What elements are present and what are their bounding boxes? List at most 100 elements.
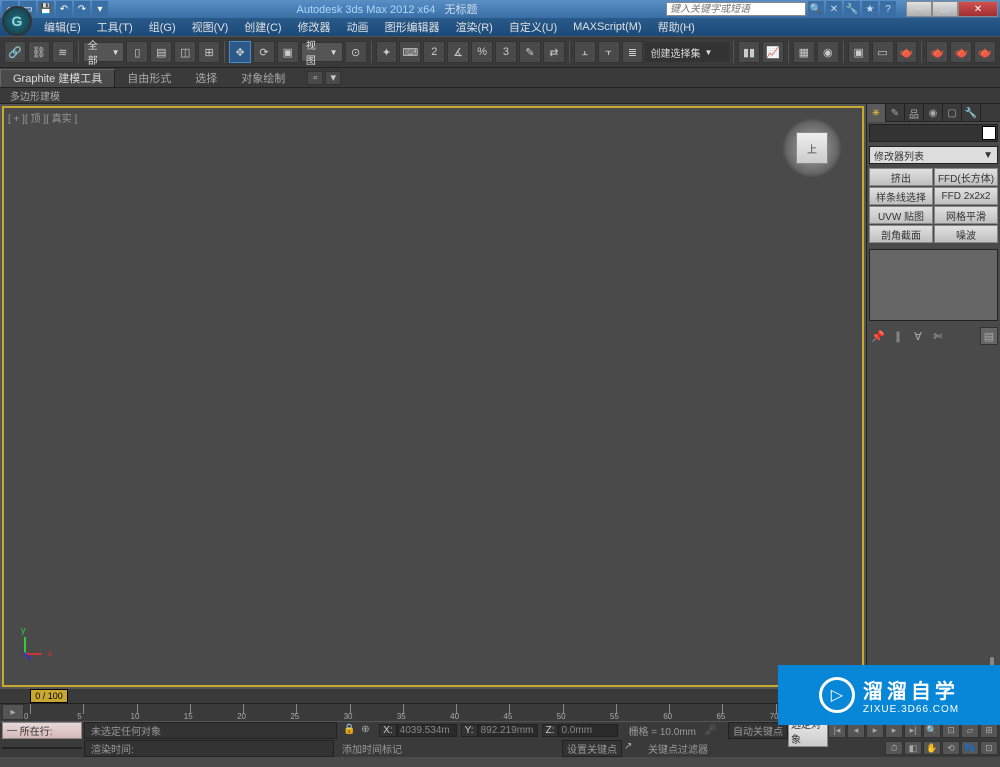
help-search-input[interactable] bbox=[666, 2, 806, 16]
walk-icon[interactable]: 👣 bbox=[961, 741, 979, 755]
commcenter-icon[interactable]: ✕ bbox=[826, 1, 842, 17]
viewcube[interactable]: 上 bbox=[782, 118, 842, 178]
key-mode-icon[interactable]: ↗ bbox=[624, 741, 638, 755]
qat-save-icon[interactable]: 💾 bbox=[38, 1, 54, 17]
zoom-all-icon[interactable]: ⊡ bbox=[942, 724, 960, 738]
isolate-icon[interactable]: ◧ bbox=[904, 741, 922, 755]
rendered-frame-icon[interactable]: ▭ bbox=[872, 41, 894, 63]
link-icon[interactable]: 🔗 bbox=[4, 41, 26, 63]
menu-group[interactable]: 组(G) bbox=[141, 18, 184, 36]
modifier-button[interactable]: 剖角截面 bbox=[869, 225, 933, 243]
menu-help[interactable]: 帮助(H) bbox=[650, 18, 703, 36]
configure-modifier-sets-icon[interactable]: ▤ bbox=[980, 327, 998, 345]
key-filters-button[interactable]: 关键点过滤器 bbox=[648, 741, 708, 756]
pin-stack-icon[interactable]: 📌 bbox=[869, 327, 887, 345]
set-key-button[interactable]: 设置关键点 bbox=[562, 740, 622, 757]
mirror-icon[interactable]: ⇄ bbox=[543, 41, 565, 63]
add-time-tag-button[interactable]: 添加时间标记 bbox=[342, 741, 402, 756]
schematic-view-icon[interactable]: ▦ bbox=[793, 41, 815, 63]
zoom-extents-icon[interactable]: ⊞ bbox=[980, 724, 998, 738]
ribbon-expand-icon[interactable]: ▾ bbox=[325, 71, 341, 85]
modifier-button[interactable]: 挤出 bbox=[869, 168, 933, 186]
application-menu-button[interactable]: G bbox=[2, 6, 32, 36]
layers-icon[interactable]: ≣ bbox=[622, 41, 644, 63]
favorites-icon[interactable]: ★ bbox=[862, 1, 878, 17]
close-button[interactable]: ✕ bbox=[958, 1, 998, 17]
search-icon[interactable]: 🔍 bbox=[808, 1, 824, 17]
qat-redo-icon[interactable]: ↷ bbox=[74, 1, 90, 17]
menu-animation[interactable]: 动画 bbox=[339, 18, 377, 36]
object-color-swatch[interactable] bbox=[982, 126, 996, 140]
cmd-tab-utilities-icon[interactable]: 🔧 bbox=[962, 104, 981, 122]
modifier-stack[interactable] bbox=[869, 249, 998, 321]
help-icon[interactable]: ? bbox=[880, 1, 896, 17]
window-crossing-icon[interactable]: ⊞ bbox=[198, 41, 220, 63]
cmd-tab-hierarchy-icon[interactable]: 品 bbox=[905, 104, 924, 122]
edit-named-sel-icon[interactable]: ✎ bbox=[519, 41, 541, 63]
modifier-button[interactable]: UVW 贴图 bbox=[869, 206, 933, 224]
menu-views[interactable]: 视图(V) bbox=[184, 18, 237, 36]
layer-indicator[interactable]: — 所在行: bbox=[2, 722, 82, 739]
select-region-icon[interactable]: ◫ bbox=[174, 41, 196, 63]
viewcube-face-top[interactable]: 上 bbox=[796, 132, 828, 164]
curve-editor-icon[interactable]: 📈 bbox=[762, 41, 784, 63]
snap-2d-icon[interactable]: 2 bbox=[423, 41, 445, 63]
named-selection-dropdown[interactable]: 创建选择集▼ bbox=[645, 42, 729, 62]
cmd-tab-display-icon[interactable]: ▢ bbox=[943, 104, 962, 122]
lock-selection-icon[interactable]: 🔒 bbox=[343, 724, 357, 738]
select-rotate-icon[interactable]: ⟳ bbox=[253, 41, 275, 63]
menu-customize[interactable]: 自定义(U) bbox=[501, 18, 565, 36]
modifier-button[interactable]: FFD(长方体) bbox=[934, 168, 998, 186]
goto-end-icon[interactable]: ▸| bbox=[904, 724, 922, 738]
menu-tools[interactable]: 工具(T) bbox=[89, 18, 141, 36]
ref-coord-dropdown[interactable]: 视图▼ bbox=[301, 42, 343, 62]
select-scale-icon[interactable]: ▣ bbox=[277, 41, 299, 63]
modifier-button[interactable]: FFD 2x2x2 bbox=[934, 187, 998, 205]
ribbon-tab-object-paint[interactable]: 对象绘制 bbox=[229, 69, 297, 87]
next-frame-icon[interactable]: ▸ bbox=[885, 724, 903, 738]
graphite-toggle-icon[interactable]: ▮▮ bbox=[738, 41, 760, 63]
select-by-name-icon[interactable]: ▤ bbox=[150, 41, 172, 63]
subscription-icon[interactable]: 🔧 bbox=[844, 1, 860, 17]
ribbon-tab-selection[interactable]: 选择 bbox=[183, 69, 229, 87]
cmd-tab-motion-icon[interactable]: ◉ bbox=[924, 104, 943, 122]
render-preset-icon[interactable]: 🫖 bbox=[950, 41, 972, 63]
angle-snap-icon[interactable]: ∡ bbox=[447, 41, 469, 63]
qat-dropdown-icon[interactable]: ▾ bbox=[92, 1, 108, 17]
ribbon-tab-graphite[interactable]: Graphite 建模工具 bbox=[0, 69, 115, 87]
menu-modifiers[interactable]: 修改器 bbox=[290, 18, 339, 36]
maximize-button[interactable]: ☐ bbox=[932, 1, 958, 17]
spinner-snap-icon[interactable]: 3 bbox=[495, 41, 517, 63]
menu-maxscript[interactable]: MAXScript(M) bbox=[565, 18, 649, 36]
ribbon-minimize-icon[interactable]: ▫ bbox=[307, 71, 323, 85]
render-iterative-icon[interactable]: 🫖 bbox=[926, 41, 948, 63]
menu-rendering[interactable]: 渲染(R) bbox=[448, 18, 501, 36]
menu-graph-editors[interactable]: 图形编辑器 bbox=[377, 18, 448, 36]
render-last-icon[interactable]: 🫖 bbox=[974, 41, 996, 63]
cmd-tab-modify-icon[interactable]: ✎ bbox=[886, 104, 905, 122]
time-slider[interactable]: 0 / 100 bbox=[30, 689, 68, 703]
orbit-icon[interactable]: ⟲ bbox=[942, 741, 960, 755]
modifier-button[interactable]: 噪波 bbox=[934, 225, 998, 243]
manipulate-icon[interactable]: ✦ bbox=[376, 41, 398, 63]
make-unique-icon[interactable]: ∀ bbox=[909, 327, 927, 345]
remove-modifier-icon[interactable]: ✄ bbox=[929, 327, 947, 345]
time-config-icon[interactable]: ⏱ bbox=[885, 741, 903, 755]
object-name-field[interactable] bbox=[869, 124, 998, 142]
minimize-button[interactable]: ─ bbox=[906, 1, 932, 17]
render-production-icon[interactable]: 🫖 bbox=[896, 41, 918, 63]
menu-create[interactable]: 创建(C) bbox=[236, 18, 289, 36]
align-icon[interactable]: ⫠ bbox=[574, 41, 596, 63]
max-toggle-icon[interactable]: ⊡ bbox=[980, 741, 998, 755]
keyboard-shortcut-icon[interactable]: ⌨ bbox=[399, 41, 421, 63]
zoom-icon[interactable]: 🔍 bbox=[923, 724, 941, 738]
material-editor-icon[interactable]: ◉ bbox=[817, 41, 839, 63]
percent-snap-icon[interactable]: % bbox=[471, 41, 493, 63]
ribbon-panel-polymodeling[interactable]: 多边形建模 bbox=[0, 88, 1000, 104]
prev-frame-icon[interactable]: ◂ bbox=[847, 724, 865, 738]
render-setup-icon[interactable]: ▣ bbox=[848, 41, 870, 63]
maxscript-listener[interactable] bbox=[2, 747, 82, 749]
viewport-label[interactable]: [ + ][ 顶 ][ 真实 ] bbox=[8, 110, 77, 125]
absolute-mode-icon[interactable]: ⊕ bbox=[361, 724, 375, 738]
pan-icon[interactable]: ✋ bbox=[923, 741, 941, 755]
